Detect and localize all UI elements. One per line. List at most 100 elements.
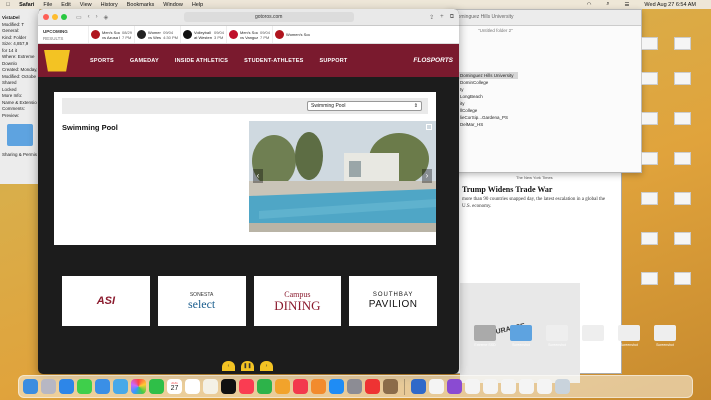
freeform-icon[interactable]	[203, 379, 218, 394]
new-tab-icon[interactable]: +	[440, 14, 444, 21]
info-line[interactable]: More Info:	[2, 93, 37, 98]
podcasts-icon[interactable]	[447, 379, 462, 394]
keynote-icon[interactable]	[311, 379, 326, 394]
nav-support[interactable]: SUPPORT	[319, 58, 347, 64]
launchpad-icon[interactable]	[41, 379, 56, 394]
news-icon[interactable]	[293, 379, 308, 394]
notes-list-item[interactable]: DelMar_HS	[458, 121, 518, 128]
menu-bookmarks[interactable]: Bookmarks	[127, 2, 155, 8]
recent-document-icon[interactable]	[429, 379, 444, 394]
game-card[interactable]: Men's Soccervs Azusa Pacific Unive... 08…	[88, 26, 134, 43]
control-center-icon[interactable]: ☰	[624, 2, 629, 8]
apple-menu-icon[interactable]: 	[6, 2, 10, 8]
screenshot-thumbnail[interactable]	[674, 272, 691, 285]
shield-icon[interactable]: ◈	[104, 14, 109, 21]
screenshot-thumbnail[interactable]	[674, 192, 691, 205]
desktop-icon[interactable]: Screenshot	[614, 325, 644, 347]
screenshot-thumbnail[interactable]	[674, 152, 691, 165]
screenshot-thumbnail[interactable]	[641, 232, 658, 245]
menu-help[interactable]: Help	[192, 2, 203, 8]
share-icon[interactable]: ⇪	[429, 14, 434, 21]
desktop-icon[interactable]: Screenshot	[542, 325, 572, 347]
info-line[interactable]: Preview:	[2, 113, 37, 118]
recent-document-icon[interactable]	[537, 379, 552, 394]
game-card[interactable]: Women's Soccervs Westmont College... 09/…	[134, 26, 180, 43]
wifi-icon[interactable]: ◠	[587, 2, 592, 8]
screenshot-thumbnail[interactable]	[674, 112, 691, 125]
nav-inside-athletics[interactable]: INSIDE ATHLETICS	[175, 58, 228, 64]
menu-history[interactable]: History	[101, 2, 118, 8]
messages-icon[interactable]	[77, 379, 92, 394]
screenshot-thumbnail[interactable]	[674, 232, 691, 245]
recent-document-icon[interactable]	[465, 379, 480, 394]
screenshot-thumbnail[interactable]	[641, 152, 658, 165]
downloads-icon[interactable]	[411, 379, 426, 394]
notes-list-item[interactable]: llCollege	[458, 107, 518, 114]
notes-list-item[interactable]: DominCollege	[458, 79, 518, 86]
desktop-icon[interactable]: Extreme SSD	[470, 325, 500, 347]
screenshot-thumbnail[interactable]	[674, 72, 691, 85]
address-bar[interactable]: gotoros.com	[183, 12, 354, 22]
screenshot-thumbnail[interactable]	[641, 272, 658, 285]
safari-icon[interactable]	[59, 379, 74, 394]
menu-edit[interactable]: Edit	[61, 2, 70, 8]
screenshot-thumbnail[interactable]	[674, 37, 691, 50]
article-headline[interactable]: Trump Widens Trade War	[462, 185, 621, 194]
notes-list-item[interactable]: ity	[458, 100, 518, 107]
app-store-icon[interactable]	[329, 379, 344, 394]
sponsor-southbay[interactable]: SOUTHBAY PAVILION	[349, 276, 437, 326]
trash-icon[interactable]	[555, 379, 570, 394]
pager-prev-button[interactable]: ‹	[222, 361, 235, 371]
close-window-button[interactable]	[43, 14, 49, 20]
sponsor-asi[interactable]: ASI	[62, 276, 150, 326]
notes-list-item[interactable]: lieCorSip...Gardena_PS	[458, 114, 518, 121]
adobe-icon[interactable]	[365, 379, 380, 394]
minimize-window-button[interactable]	[52, 14, 58, 20]
nav-sports[interactable]: SPORTS	[90, 58, 114, 64]
tabs-icon[interactable]: ⧉	[450, 14, 454, 21]
menu-file[interactable]: File	[43, 2, 52, 8]
pager-pause-button[interactable]: ❚❚	[241, 361, 254, 371]
fullscreen-icon[interactable]	[426, 124, 432, 130]
menu-window[interactable]: Window	[163, 2, 183, 8]
sidebar-icon[interactable]: ▭	[76, 14, 82, 21]
archive-utility-icon[interactable]	[383, 379, 398, 394]
sponsor-campus-dining[interactable]: Campus DINING	[253, 276, 342, 326]
apple-tv-icon[interactable]	[221, 379, 236, 394]
carousel-next-button[interactable]: ›	[422, 169, 432, 183]
desktop-icon[interactable]: Screenshot	[650, 325, 680, 347]
finder-icon[interactable]	[23, 379, 38, 394]
flosports-logo[interactable]: FLOSPORTS	[413, 57, 453, 64]
desktop-icon[interactable]: Screenshot	[506, 325, 536, 347]
notes-list-item[interactable]: Dominguez Hills University	[458, 72, 518, 79]
notes-list-item[interactable]: ty	[458, 86, 518, 93]
nav-student-athletes[interactable]: STUDENT-ATHLETES	[244, 58, 303, 64]
info-line[interactable]: Sharing & Permiss	[2, 152, 37, 157]
screenshot-thumbnail[interactable]	[641, 37, 658, 50]
toros-logo[interactable]	[44, 49, 70, 72]
facetime-icon[interactable]	[149, 379, 164, 394]
calendar-icon[interactable]: AUG 27	[167, 379, 182, 394]
nav-gameday[interactable]: GAMEDAY	[130, 58, 159, 64]
recent-document-icon[interactable]	[483, 379, 498, 394]
upcoming-tab[interactable]: UPCOMING	[43, 29, 88, 34]
screenshot-thumbnail[interactable]	[641, 192, 658, 205]
recent-document-icon[interactable]	[501, 379, 516, 394]
search-icon[interactable]: ⌕	[606, 1, 609, 8]
game-card[interactable]: Men's Soccervs Vanguard Univer... 09/047…	[226, 26, 272, 43]
mail-icon[interactable]	[95, 379, 110, 394]
sponsor-sonesta[interactable]: SONESTA select	[157, 276, 246, 326]
game-card[interactable]: Volleyballat Western Oregon ... 09/043 P…	[180, 26, 226, 43]
screenshot-thumbnail[interactable]	[641, 72, 658, 85]
results-tab[interactable]: RESULTS	[43, 36, 88, 41]
menu-view[interactable]: View	[80, 2, 92, 8]
forward-icon[interactable]: ›	[96, 14, 98, 20]
back-icon[interactable]: ‹	[88, 14, 90, 20]
reminders-icon[interactable]	[185, 379, 200, 394]
pages-icon[interactable]	[275, 379, 290, 394]
numbers-icon[interactable]	[257, 379, 272, 394]
notes-list-item[interactable]: LongBeach	[458, 93, 518, 100]
system-settings-icon[interactable]	[347, 379, 362, 394]
screenshot-thumbnail[interactable]	[641, 112, 658, 125]
recent-document-icon[interactable]	[519, 379, 534, 394]
